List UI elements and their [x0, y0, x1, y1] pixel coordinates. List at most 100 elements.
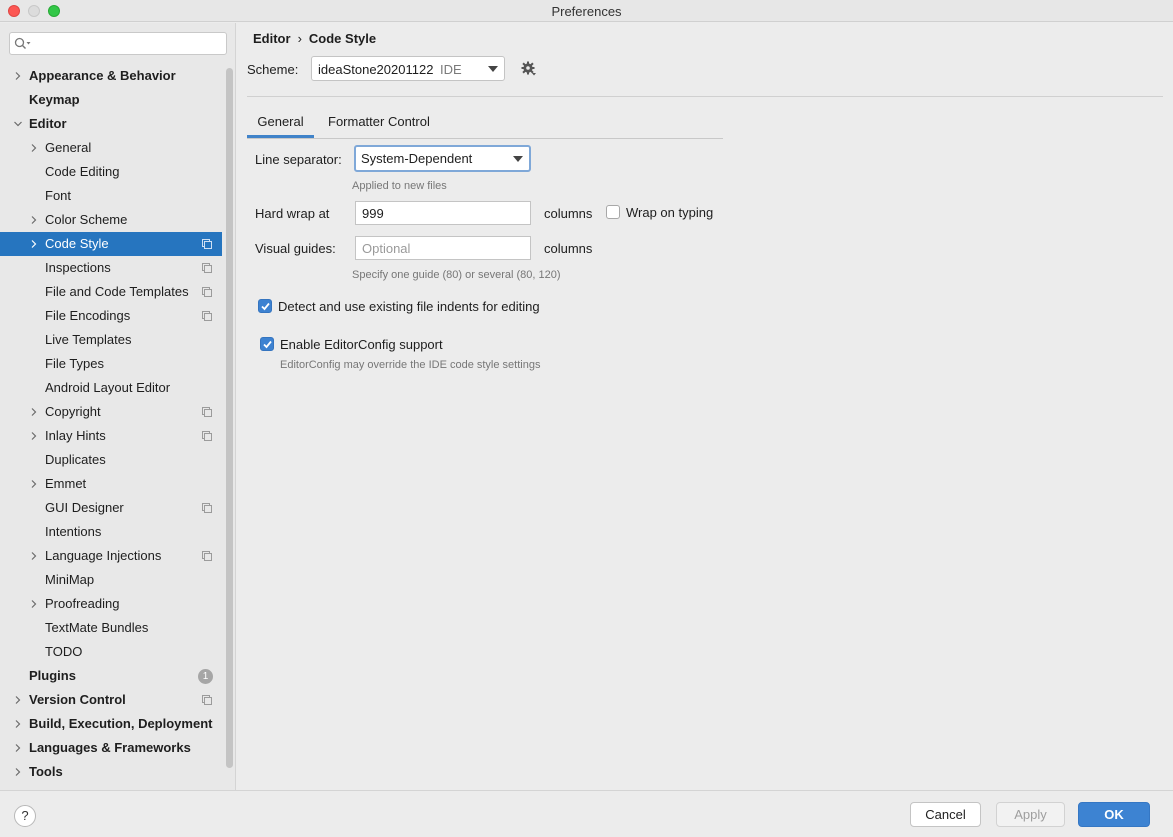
chevron-right-icon[interactable] — [13, 743, 23, 753]
editorconfig-hint: EditorConfig may override the IDE code s… — [280, 359, 541, 371]
chevron-right-icon[interactable] — [13, 767, 23, 777]
scheme-dropdown[interactable]: ideaStone20201122 IDE — [311, 56, 505, 81]
sidebar-item-inspections[interactable]: Inspections — [0, 256, 222, 280]
tab-formatter-control[interactable]: Formatter Control — [328, 107, 430, 138]
project-scope-icon — [202, 503, 212, 513]
sidebar-item-file-and-code-templates[interactable]: File and Code Templates — [0, 280, 222, 304]
sidebar-item-label: Build, Execution, Deployment — [29, 716, 213, 731]
chevron-right-icon[interactable] — [29, 599, 39, 609]
sidebar-item-label: MiniMap — [45, 572, 95, 587]
gear-icon[interactable] — [521, 61, 537, 77]
sidebar-item-label: Plugins — [29, 668, 76, 683]
sidebar-item-editor[interactable]: Editor — [0, 112, 222, 136]
sidebar-item-keymap[interactable]: Keymap — [0, 88, 222, 112]
chevron-right-icon[interactable] — [29, 239, 39, 249]
visual-guides-label: Visual guides: — [255, 241, 336, 256]
chevron-right-icon[interactable] — [29, 431, 39, 441]
line-separator-hint: Applied to new files — [352, 180, 447, 192]
sidebar-item-label: Inspections — [45, 260, 111, 275]
tab-general[interactable]: General — [247, 107, 314, 138]
hard-wrap-input[interactable] — [356, 202, 530, 224]
sidebar-scrollbar[interactable] — [226, 68, 233, 768]
project-scope-icon — [202, 263, 212, 273]
dialog-footer: ? Cancel Apply OK — [0, 790, 1173, 837]
scheme-label: Scheme: — [247, 62, 299, 77]
sidebar-item-label: Editor — [29, 116, 67, 131]
sidebar-item-color-scheme[interactable]: Color Scheme — [0, 208, 222, 232]
chevron-right-icon[interactable] — [29, 407, 39, 417]
chevron-right-icon[interactable] — [13, 719, 23, 729]
sidebar-item-label: Languages & Frameworks — [29, 740, 191, 755]
sidebar-item-code-style[interactable]: Code Style — [0, 232, 222, 256]
sidebar-item-version-control[interactable]: Version Control — [0, 688, 222, 712]
sidebar-item-build-execution-deployment[interactable]: Build, Execution, Deployment — [0, 712, 222, 736]
scheme-tag: IDE — [440, 62, 462, 77]
sidebar-item-label: GUI Designer — [45, 500, 124, 515]
help-button[interactable]: ? — [14, 805, 36, 827]
sidebar-item-label: Code Editing — [45, 164, 120, 179]
sidebar-item-label: General — [45, 140, 92, 155]
visual-guides-input[interactable] — [356, 237, 530, 259]
sidebar-item-label: File Types — [45, 356, 105, 371]
sidebar-item-live-templates[interactable]: Live Templates — [0, 328, 222, 352]
chevron-right-icon[interactable] — [29, 551, 39, 561]
detect-indents-label[interactable]: Detect and use existing file indents for… — [278, 299, 540, 314]
visual-guides-field[interactable] — [355, 236, 531, 260]
sidebar-item-general[interactable]: General — [0, 136, 222, 160]
cancel-button[interactable]: Cancel — [910, 802, 981, 827]
sidebar-item-plugins[interactable]: Plugins 1 — [0, 664, 222, 688]
wrap-on-typing-label[interactable]: Wrap on typing — [626, 205, 713, 220]
sidebar-item-file-types[interactable]: File Types — [0, 352, 222, 376]
header-divider — [247, 96, 1163, 97]
sidebar-item-inlay-hints[interactable]: Inlay Hints — [0, 424, 222, 448]
chevron-right-icon[interactable] — [29, 143, 39, 153]
sidebar-item-appearance-behavior[interactable]: Appearance & Behavior — [0, 64, 222, 88]
settings-search-box[interactable] — [9, 32, 227, 55]
sidebar-item-tools[interactable]: Tools — [0, 760, 222, 784]
line-separator-dropdown[interactable]: System-Dependent — [354, 145, 531, 172]
sidebar-item-gui-designer[interactable]: GUI Designer — [0, 496, 222, 520]
chevron-right-icon[interactable] — [13, 71, 23, 81]
editorconfig-label[interactable]: Enable EditorConfig support — [280, 337, 443, 352]
apply-button[interactable]: Apply — [996, 802, 1065, 827]
sidebar-item-android-layout-editor[interactable]: Android Layout Editor — [0, 376, 222, 400]
sidebar-item-duplicates[interactable]: Duplicates — [0, 448, 222, 472]
project-scope-icon — [202, 695, 212, 705]
editorconfig-checkbox[interactable] — [260, 337, 274, 351]
project-scope-icon — [202, 287, 212, 297]
sidebar-item-code-editing[interactable]: Code Editing — [0, 160, 222, 184]
project-scope-icon — [202, 431, 212, 441]
sidebar-item-languages-frameworks[interactable]: Languages & Frameworks — [0, 736, 222, 760]
chevron-right-icon[interactable] — [29, 215, 39, 225]
ok-button[interactable]: OK — [1078, 802, 1150, 827]
sidebar-item-todo[interactable]: TODO — [0, 640, 222, 664]
sidebar-item-label: Android Layout Editor — [45, 380, 171, 395]
sidebar-item-copyright[interactable]: Copyright — [0, 400, 222, 424]
sidebar-item-minimap[interactable]: MiniMap — [0, 568, 222, 592]
chevron-down-icon[interactable] — [13, 119, 23, 129]
sidebar-item-file-encodings[interactable]: File Encodings — [0, 304, 222, 328]
settings-sidebar: Appearance & Behavior Keymap Editor General… — [0, 23, 236, 790]
sidebar-item-language-injections[interactable]: Language Injections — [0, 544, 222, 568]
sidebar-item-emmet[interactable]: Emmet — [0, 472, 222, 496]
line-separator-value: System-Dependent — [361, 151, 473, 166]
detect-indents-checkbox[interactable] — [258, 299, 272, 313]
sidebar-item-proofreading[interactable]: Proofreading — [0, 592, 222, 616]
chevron-right-icon[interactable] — [29, 479, 39, 489]
hard-wrap-field[interactable] — [355, 201, 531, 225]
chevron-right-icon[interactable] — [13, 695, 23, 705]
tab-bar: General Formatter Control — [247, 107, 723, 139]
settings-search-input[interactable] — [36, 35, 222, 52]
sidebar-item-label: Proofreading — [45, 596, 120, 611]
sidebar-item-font[interactable]: Font — [0, 184, 222, 208]
sidebar-item-label: Appearance & Behavior — [29, 68, 176, 83]
project-scope-icon — [202, 551, 212, 561]
wrap-on-typing-checkbox[interactable] — [606, 205, 620, 219]
sidebar-item-label: Tools — [29, 764, 63, 779]
sidebar-item-intentions[interactable]: Intentions — [0, 520, 222, 544]
sidebar-item-textmate-bundles[interactable]: TextMate Bundles — [0, 616, 222, 640]
sidebar-item-label: File Encodings — [45, 308, 131, 323]
sidebar-item-label: Font — [45, 188, 72, 203]
breadcrumb-parent[interactable]: Editor — [253, 31, 291, 46]
sidebar-item-label: Inlay Hints — [45, 428, 106, 443]
